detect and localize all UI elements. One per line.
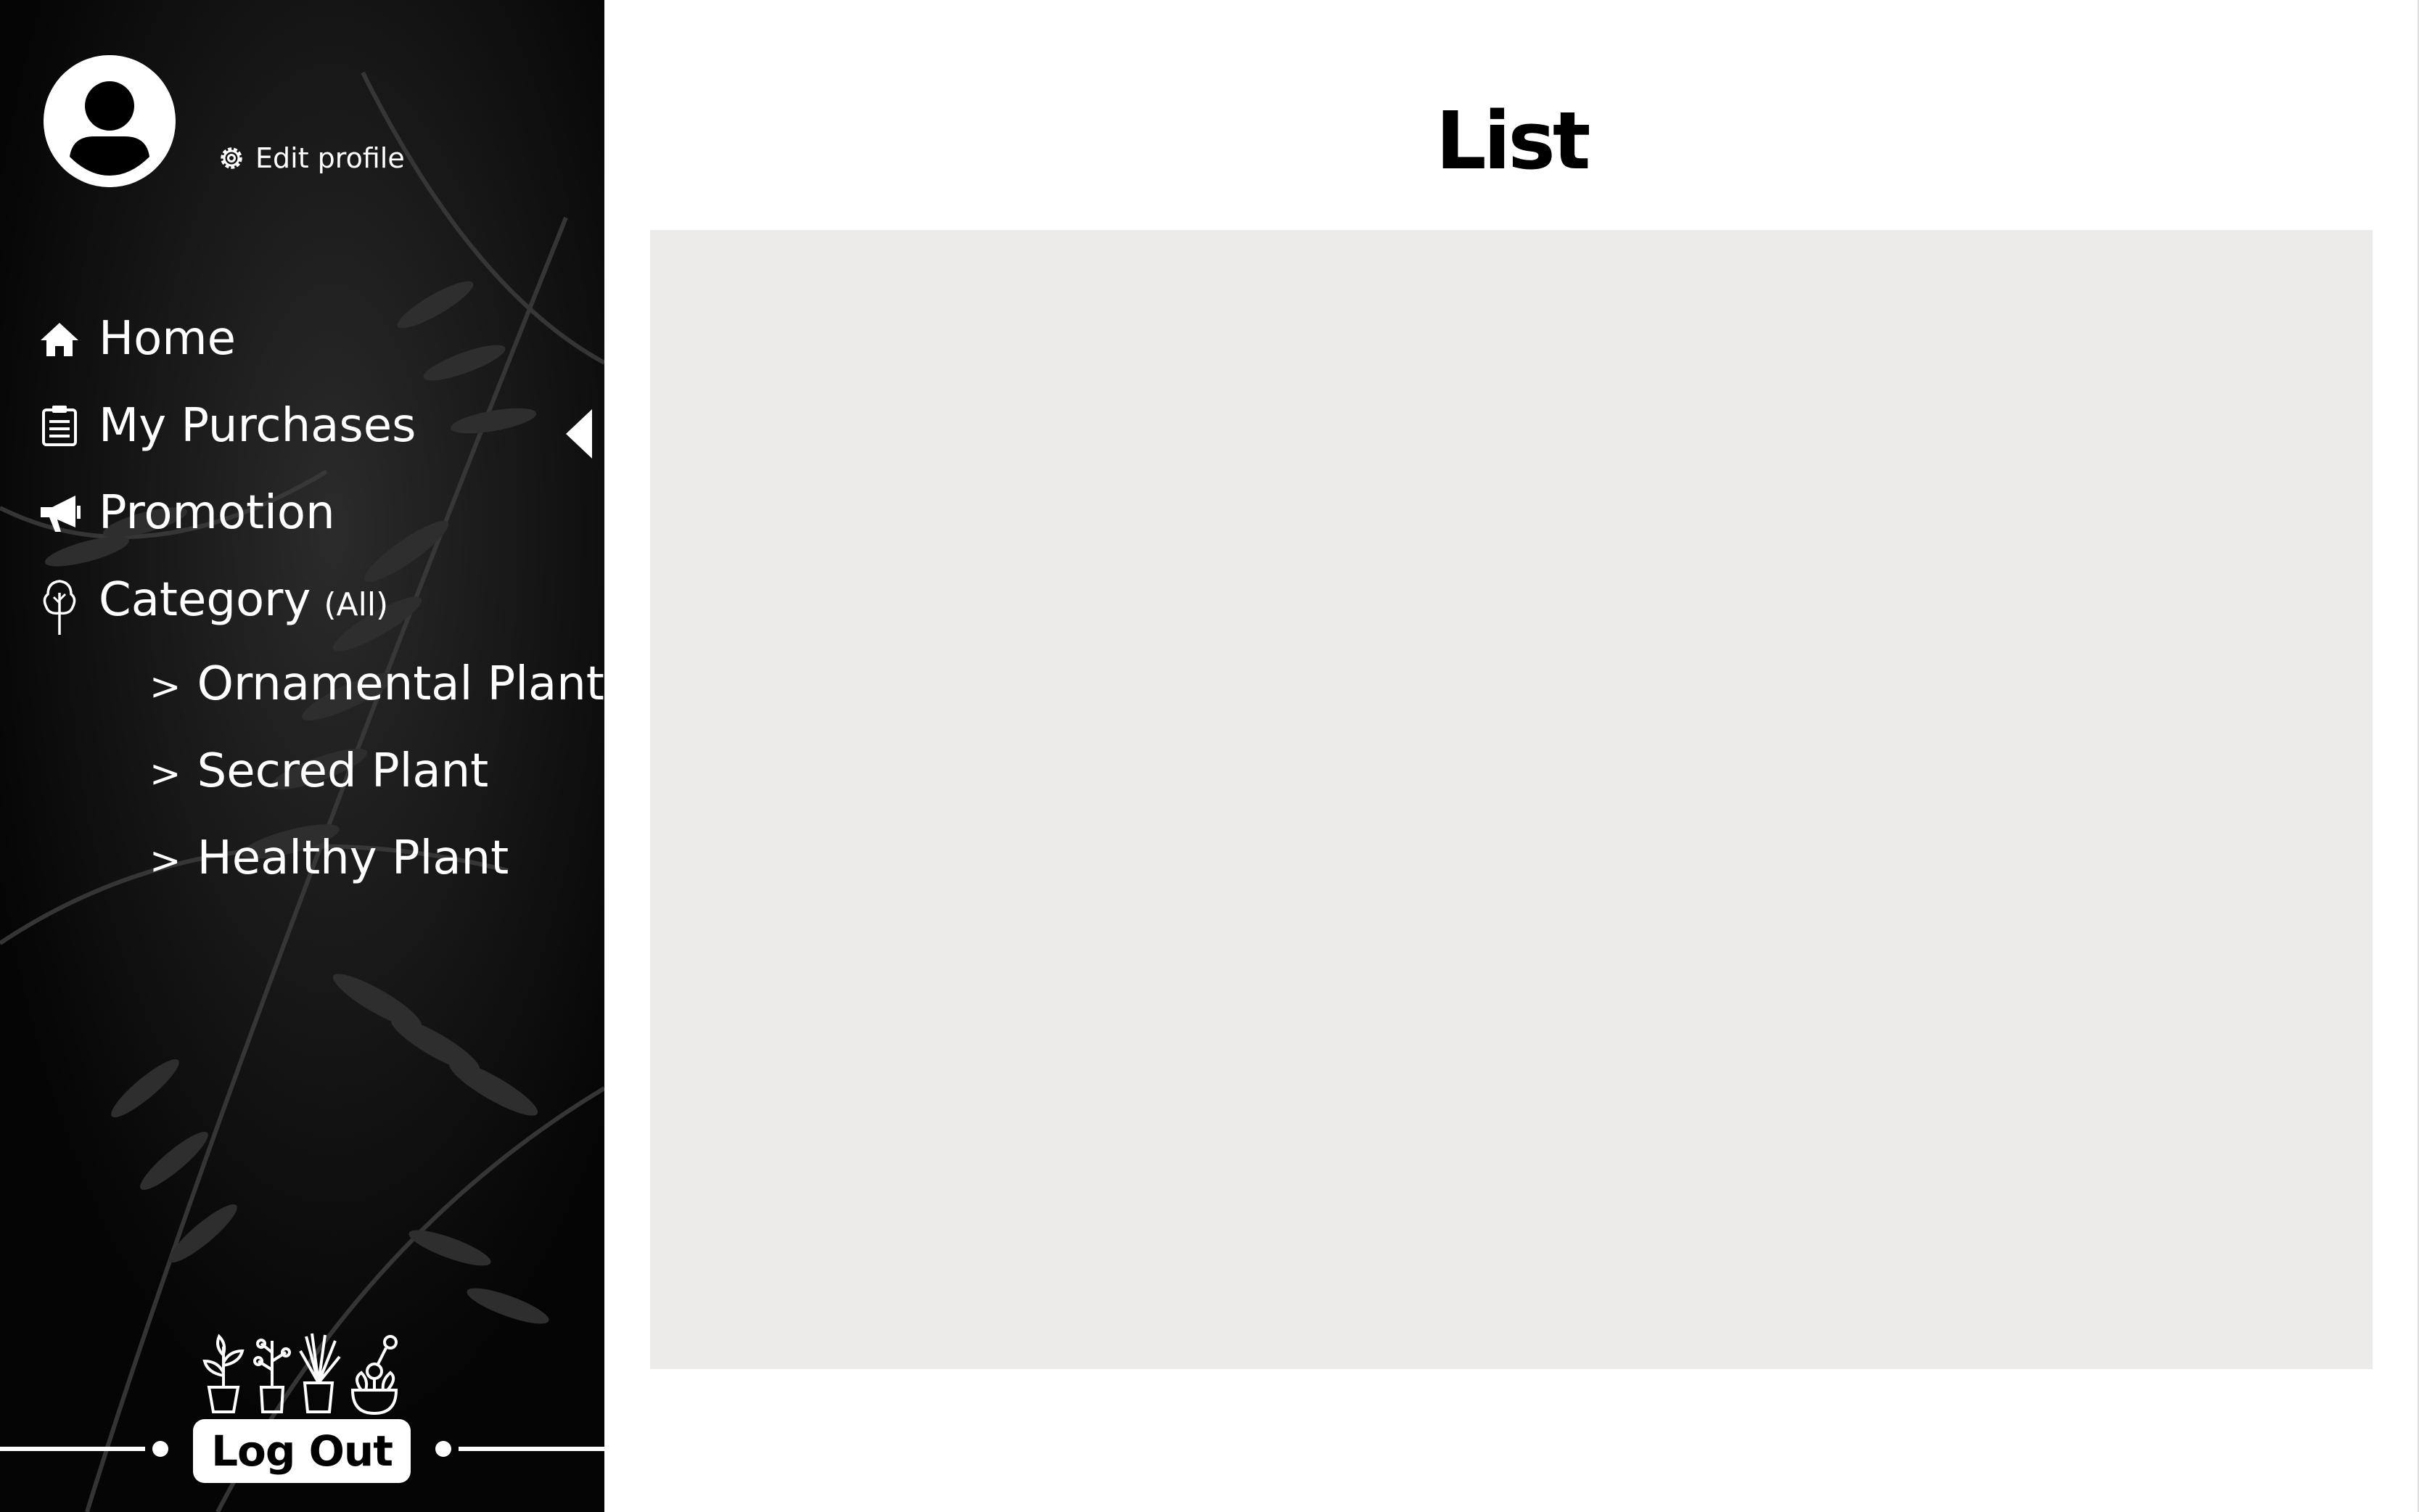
home-icon [38, 317, 81, 361]
megaphone-icon [38, 491, 81, 535]
list-panel[interactable] [650, 230, 2373, 1369]
chevron-right-icon: > [149, 752, 181, 796]
sidebar-item-category[interactable]: Category (All) [38, 573, 389, 635]
category-filter-note: (All) [324, 586, 389, 623]
divider-line [0, 1447, 145, 1451]
tree-icon [38, 578, 81, 635]
subcategory-secred-plant[interactable]: > Secred Plant [149, 744, 488, 798]
divider-dot [435, 1441, 451, 1457]
logout-button[interactable]: Log Out [193, 1419, 411, 1483]
divider-line [459, 1447, 604, 1451]
user-avatar-icon[interactable] [44, 55, 176, 187]
sidebar-item-label: My Purchases [99, 399, 416, 453]
app-page: Edit profile Home My Purchases Promotion… [0, 0, 2419, 1512]
subcategory-ornamental-plant[interactable]: > Ornamental Plant [149, 657, 604, 711]
subcategory-label: Healthy Plant [197, 831, 509, 885]
edit-profile-label: Edit profile [255, 142, 405, 174]
chevron-right-icon: > [149, 665, 181, 709]
sidebar-item-label: Category [99, 573, 311, 627]
subcategory-healthy-plant[interactable]: > Healthy Plant [149, 831, 509, 885]
sidebar-item-label: Promotion [99, 486, 335, 540]
sidebar-item-home[interactable]: Home [38, 312, 236, 366]
clipboard-icon [38, 404, 81, 448]
subcategory-label: Ornamental Plant [197, 657, 604, 711]
potted-plants-icon [202, 1333, 398, 1415]
divider-dot [152, 1441, 168, 1457]
sidebar-item-label: Home [99, 312, 236, 366]
sidebar-item-my-purchases[interactable]: My Purchases [38, 399, 416, 453]
sidebar-item-promotion[interactable]: Promotion [38, 486, 335, 540]
subcategory-label: Secred Plant [197, 744, 489, 798]
sidebar: Edit profile Home My Purchases Promotion… [0, 0, 604, 1512]
main-content: List [604, 0, 2419, 1512]
triangle-left-icon[interactable] [566, 409, 592, 459]
chevron-right-icon: > [149, 839, 181, 883]
page-title: List [1435, 94, 1591, 187]
gear-icon [221, 147, 242, 169]
edit-profile-link[interactable]: Edit profile [216, 142, 405, 174]
